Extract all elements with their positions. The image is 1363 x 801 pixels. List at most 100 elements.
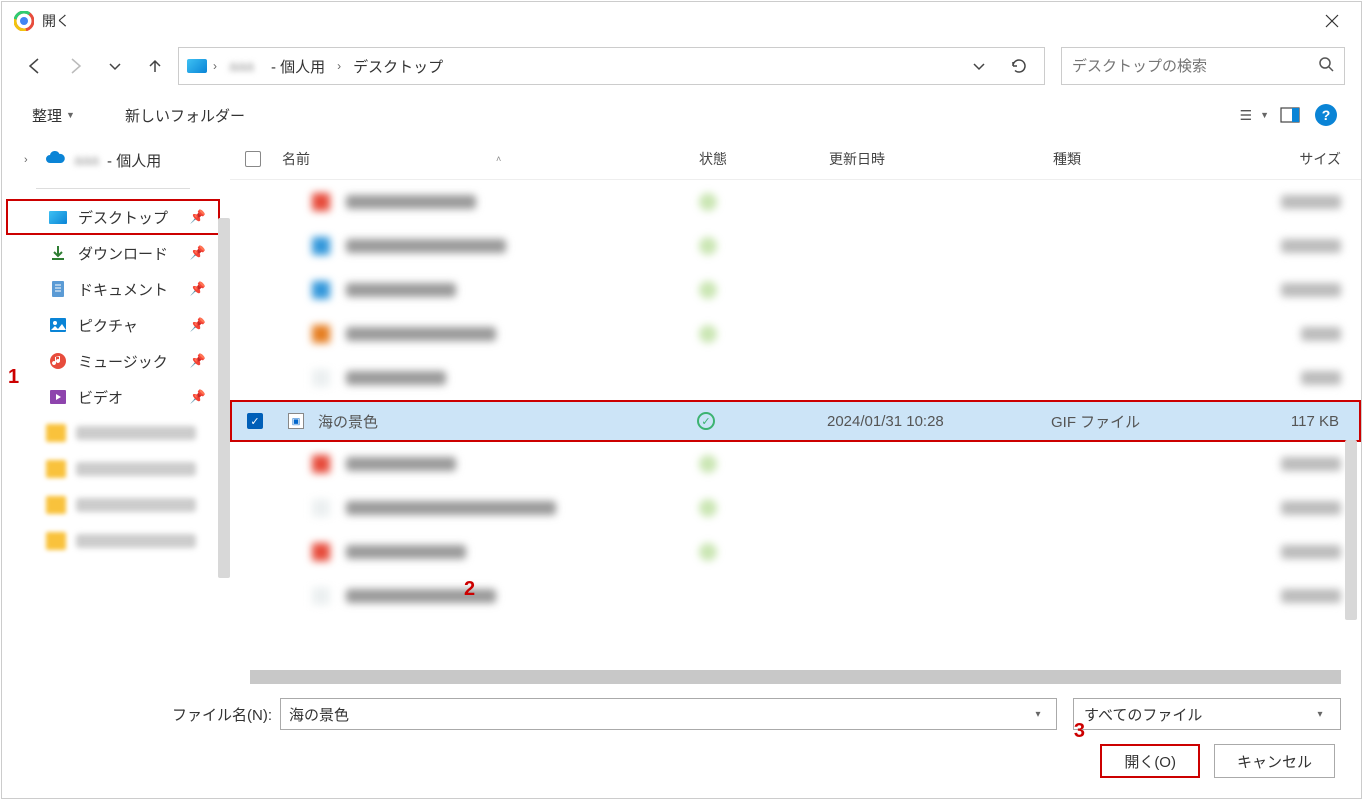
chevron-right-icon: ›: [24, 154, 36, 166]
organize-label: 整理: [32, 105, 62, 126]
address-history-dropdown[interactable]: [962, 49, 996, 83]
preview-pane-toggle[interactable]: [1275, 100, 1305, 130]
sidebar-item-documents[interactable]: ドキュメント 📌: [6, 271, 220, 307]
document-icon: [48, 280, 68, 298]
scrollbar[interactable]: [218, 218, 230, 578]
file-row-blurred[interactable]: [230, 356, 1361, 400]
sort-indicator-icon: ˄: [496, 154, 501, 164]
select-all-checkbox[interactable]: [245, 151, 261, 167]
address-bar[interactable]: › aaa - 個人用 › デスクトップ: [178, 47, 1045, 85]
recent-dropdown[interactable]: [98, 49, 132, 83]
file-name-value: 海の景色: [289, 704, 349, 725]
file-row-blurred[interactable]: [230, 530, 1361, 574]
cancel-button[interactable]: キャンセル: [1214, 744, 1335, 778]
sidebar-item-blurred[interactable]: [6, 487, 220, 523]
footer: ファイル名(N): 海の景色 ▾ すべてのファイル ▾ 3 開く(O) キャンセ…: [2, 684, 1361, 798]
file-row-blurred[interactable]: [230, 312, 1361, 356]
file-rows: 2 ✓ ▣ 海の景色 ✓ 2024/01/31 10:28 GIF ファイル 11…: [230, 180, 1361, 666]
file-type-select[interactable]: すべてのファイル ▾: [1073, 698, 1341, 730]
annotation-2: 2: [464, 578, 475, 601]
gif-file-icon: ▣: [288, 413, 304, 429]
row-checkbox[interactable]: ✓: [247, 413, 263, 429]
column-name[interactable]: 名前˄: [276, 149, 699, 169]
horizontal-scrollbar[interactable]: [250, 670, 1341, 684]
file-name: 海の景色: [318, 411, 378, 432]
search-box[interactable]: [1061, 47, 1345, 85]
help-button[interactable]: ?: [1311, 100, 1341, 130]
back-button[interactable]: [18, 49, 52, 83]
scrollbar[interactable]: [1345, 440, 1357, 620]
refresh-button[interactable]: [1002, 49, 1036, 83]
help-icon: ?: [1315, 104, 1337, 126]
file-row-blurred[interactable]: [230, 180, 1361, 224]
file-type: GIF ファイル: [1051, 411, 1243, 432]
chevron-down-icon: ▾: [1310, 709, 1330, 720]
sidebar-item-desktop[interactable]: デスクトップ 📌: [6, 199, 220, 235]
sidebar-label: ドキュメント: [78, 279, 168, 300]
sidebar-item-pictures[interactable]: ピクチャ 📌: [6, 307, 220, 343]
column-type[interactable]: 種類: [1053, 149, 1245, 169]
file-row-blurred[interactable]: [230, 486, 1361, 530]
file-type-value: すべてのファイル: [1084, 704, 1202, 725]
sidebar-item-blurred[interactable]: [6, 451, 220, 487]
file-row-blurred[interactable]: [230, 224, 1361, 268]
sync-status-icon: ✓: [697, 412, 715, 430]
pin-icon: 📌: [190, 317, 206, 333]
search-input[interactable]: [1072, 58, 1318, 75]
sidebar-label: ビデオ: [78, 387, 123, 408]
column-size[interactable]: サイズ: [1245, 149, 1361, 169]
sidebar-item-videos[interactable]: ビデオ 📌: [6, 379, 220, 415]
sidebar-item-blurred[interactable]: [6, 415, 220, 451]
toolbar: 整理 ▼ 新しいフォルダー ▼ ?: [2, 92, 1361, 138]
close-button[interactable]: [1309, 6, 1355, 36]
file-row-blurred[interactable]: [230, 442, 1361, 486]
chevron-down-icon[interactable]: ▾: [1028, 709, 1048, 720]
column-modified[interactable]: 更新日時: [829, 149, 1053, 169]
desktop-icon: [187, 59, 207, 73]
file-modified: 2024/01/31 10:28: [827, 413, 1051, 430]
pin-icon: 📌: [190, 353, 206, 369]
annotation-3: 3: [1074, 720, 1085, 743]
picture-icon: [48, 317, 68, 333]
sidebar-item-music[interactable]: ミュージック 📌: [6, 343, 220, 379]
file-name-input[interactable]: 海の景色 ▾: [280, 698, 1057, 730]
file-row-selected[interactable]: ✓ ▣ 海の景色 ✓ 2024/01/31 10:28 GIF ファイル 117 …: [230, 400, 1361, 442]
download-icon: [48, 244, 68, 262]
file-row-blurred[interactable]: [230, 574, 1361, 618]
file-name-label: ファイル名(N):: [172, 704, 272, 725]
chevron-right-icon: ›: [337, 59, 341, 73]
file-row-blurred[interactable]: [230, 268, 1361, 312]
sidebar-item-downloads[interactable]: ダウンロード 📌: [6, 235, 220, 271]
view-menu[interactable]: ▼: [1239, 100, 1269, 130]
onedrive-tree-item[interactable]: › aaa - 個人用: [6, 142, 220, 178]
pin-icon: 📌: [190, 389, 206, 405]
pin-icon: 📌: [190, 281, 206, 297]
organize-menu[interactable]: 整理 ▼: [22, 99, 85, 132]
sidebar-label: デスクトップ: [78, 207, 168, 228]
open-dialog: 開く › aaa - 個人用 › デスクトップ: [1, 1, 1362, 799]
sidebar-item-blurred[interactable]: [6, 523, 220, 559]
new-folder-button[interactable]: 新しいフォルダー: [115, 99, 255, 132]
open-button[interactable]: 開く(O): [1100, 744, 1200, 778]
breadcrumb-user[interactable]: aaa: [223, 58, 259, 75]
video-icon: [48, 389, 68, 405]
up-button[interactable]: [138, 49, 172, 83]
column-headers: 名前˄ 状態 更新日時 種類 サイズ: [230, 138, 1361, 180]
desktop-icon: [49, 211, 67, 224]
file-size: 117 KB: [1243, 413, 1359, 430]
titlebar: 開く: [2, 2, 1361, 40]
search-icon: [1318, 56, 1334, 77]
breadcrumb-desktop[interactable]: デスクトップ: [347, 56, 449, 77]
content-area: › aaa - 個人用 1 デスクトップ 📌 ダウンロード 📌: [2, 138, 1361, 684]
music-icon: [48, 352, 68, 370]
sidebar-label: ダウンロード: [78, 243, 168, 264]
sidebar-label: ミュージック: [78, 351, 168, 372]
cloud-icon: [44, 150, 66, 171]
onedrive-label: - 個人用: [107, 150, 161, 171]
forward-button[interactable]: [58, 49, 92, 83]
pin-icon: 📌: [190, 245, 206, 261]
breadcrumb-personal[interactable]: - 個人用: [265, 56, 331, 77]
column-status[interactable]: 状態: [699, 149, 829, 169]
onedrive-user-blurred: aaa: [74, 152, 99, 169]
divider: [36, 188, 190, 189]
